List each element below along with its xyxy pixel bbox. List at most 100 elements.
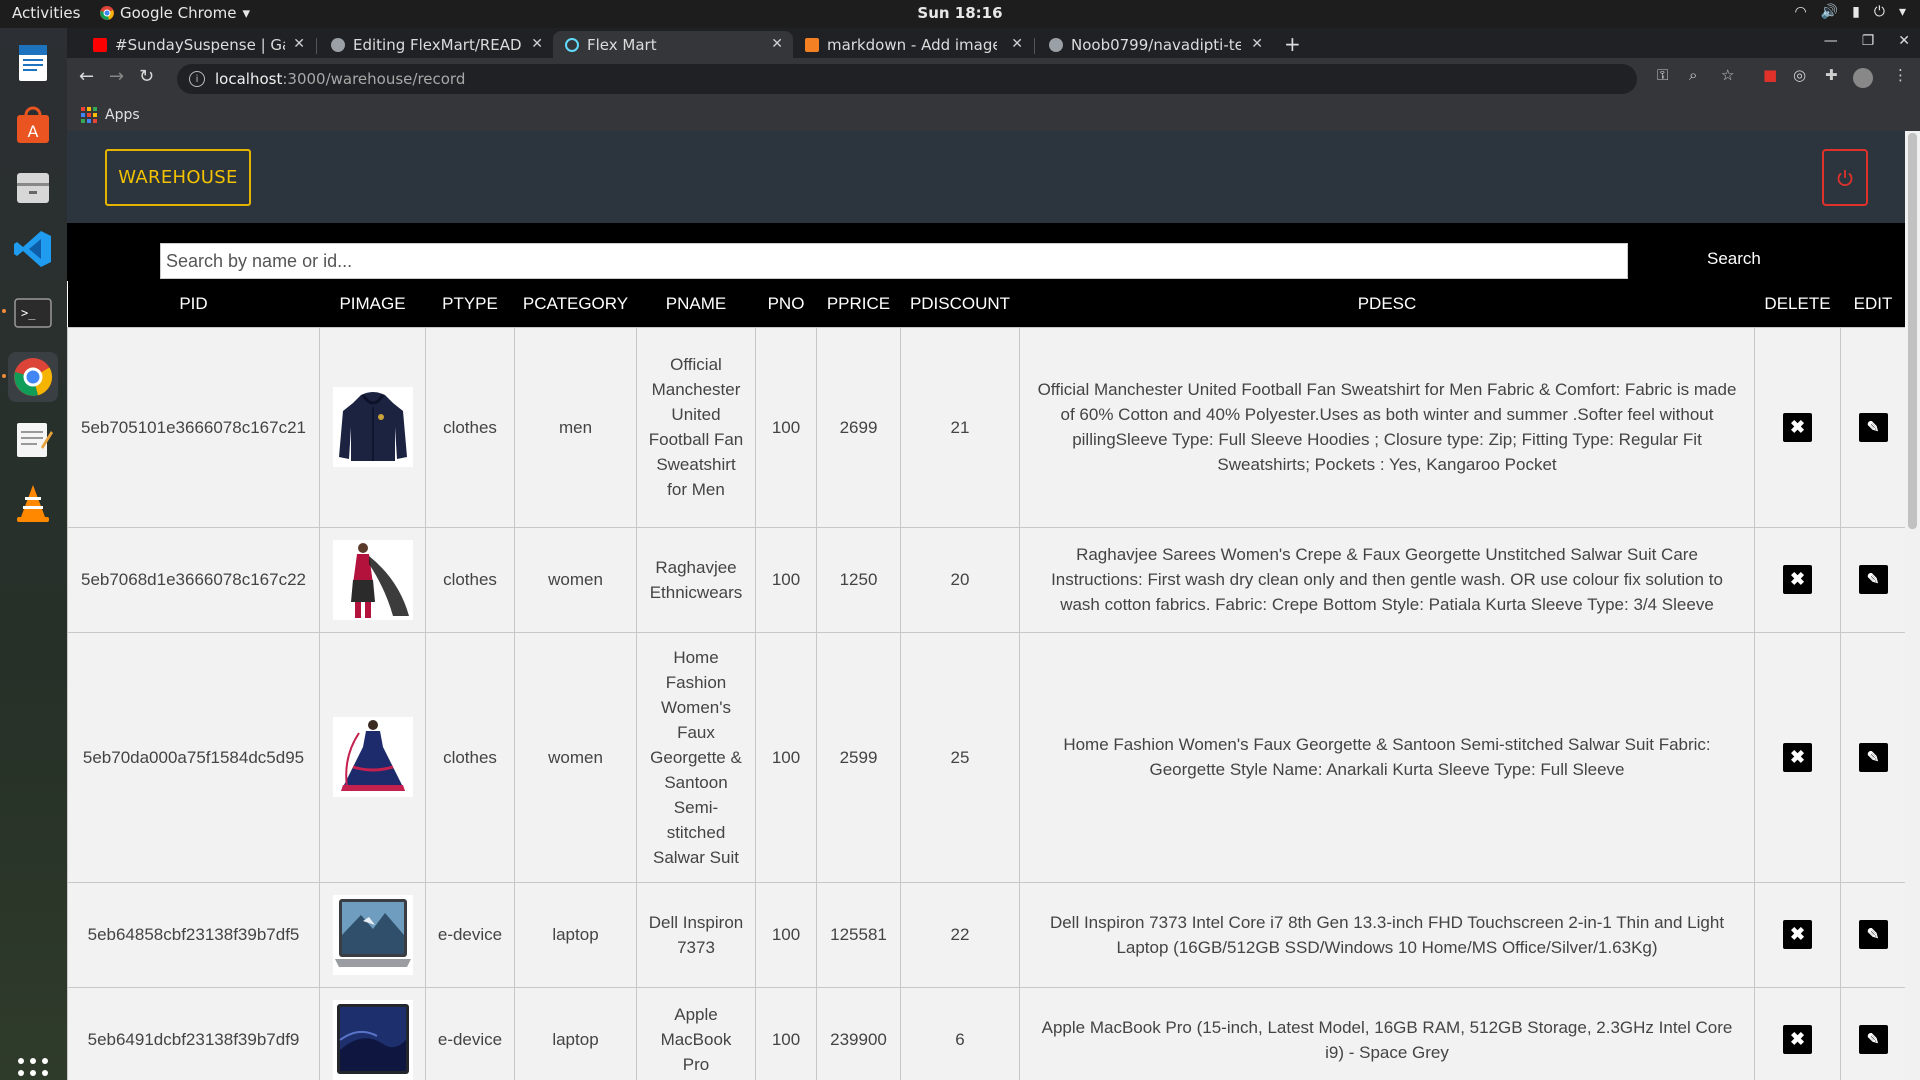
scrollbar-thumb[interactable] <box>1908 133 1917 529</box>
power-menu-icon: ⏻ <box>1873 4 1885 20</box>
column-header-pid[interactable]: PID <box>67 281 320 327</box>
dock-vlc[interactable] <box>8 478 58 528</box>
terminal-icon: >_ <box>14 298 52 328</box>
cell-pdiscount: 21 <box>900 326 1020 528</box>
tab-stackoverflow[interactable]: markdown - Add images t ✕ <box>793 31 1033 59</box>
profile-avatar[interactable] <box>1853 68 1873 88</box>
volume-icon: 🔊 <box>1820 4 1839 20</box>
column-header-pimage[interactable]: PIMAGE <box>319 281 426 327</box>
zoom-icon[interactable]: ⌕ <box>1689 66 1697 84</box>
info-icon[interactable]: i <box>189 71 205 87</box>
cell-pcategory: laptop <box>514 986 637 1080</box>
search-input[interactable] <box>160 243 1628 279</box>
cell-pid: 5eb6491dcbf23138f39b7df9 <box>67 986 320 1080</box>
cell-ptype: e-device <box>425 881 515 988</box>
extension-circle-icon[interactable]: ◎ <box>1793 66 1806 84</box>
youtube-icon <box>93 38 107 52</box>
warehouse-brand-button[interactable]: WAREHOUSE <box>105 149 251 206</box>
clock[interactable]: Sun 18:16 <box>0 4 1920 22</box>
table-row: 5eb64858cbf23138f39b7df5 e-device laptop… <box>67 881 1905 988</box>
github-icon <box>1049 38 1063 52</box>
cell-pname: Raghavjee Ethnicwears <box>636 526 756 633</box>
close-icon[interactable]: ✕ <box>1251 36 1263 52</box>
logout-button[interactable] <box>1822 149 1868 206</box>
reload-button[interactable]: ↻ <box>139 66 154 87</box>
extensions-puzzle-icon[interactable]: ✚ <box>1825 66 1838 84</box>
dock-vscode[interactable] <box>8 224 58 274</box>
dock-terminal[interactable]: >_ <box>8 288 58 338</box>
extension-red-icon[interactable]: ■ <box>1763 66 1777 84</box>
edit-button[interactable]: ✎ <box>1858 742 1888 772</box>
close-icon[interactable]: ✕ <box>771 36 783 52</box>
column-header-edit[interactable]: EDIT <box>1840 281 1905 327</box>
delete-button[interactable]: ✖ <box>1783 1025 1812 1054</box>
column-header-delete[interactable]: DELETE <box>1754 281 1841 327</box>
close-icon: ✖ <box>1789 416 1806 437</box>
column-header-pno[interactable]: PNO <box>755 281 817 327</box>
dock-show-applications[interactable] <box>8 1048 58 1080</box>
bookmark-star-icon[interactable]: ☆ <box>1721 66 1734 84</box>
dock-chrome[interactable] <box>8 352 58 402</box>
delete-button[interactable]: ✖ <box>1783 742 1812 772</box>
dock-libreoffice-writer[interactable] <box>8 38 58 88</box>
tab-title: Editing FlexMart/README <box>353 36 523 54</box>
browser-window: #SundaySuspense | Ganat ✕ Editing FlexMa… <box>67 28 1920 131</box>
page-scrollbar[interactable] <box>1905 131 1920 1080</box>
browser-toolbar: ← → ↻ i localhost:3000/warehouse/record … <box>67 58 1920 100</box>
address-bar[interactable]: i localhost:3000/warehouse/record <box>177 64 1637 94</box>
stackoverflow-icon <box>805 38 819 52</box>
maximize-button[interactable]: ❐ <box>1862 33 1875 49</box>
cell-pcategory: men <box>514 326 637 528</box>
back-button[interactable]: ← <box>79 66 94 87</box>
delete-button[interactable]: ✖ <box>1783 565 1812 594</box>
edit-button[interactable]: ✎ <box>1858 565 1888 594</box>
cell-pno: 100 <box>755 526 817 633</box>
tab-github-readme[interactable]: Editing FlexMart/README ✕ <box>319 31 553 59</box>
dock-software-center[interactable]: A <box>8 100 58 150</box>
edit-button[interactable]: ✎ <box>1858 1025 1888 1054</box>
file-cabinet-icon <box>17 173 49 203</box>
close-icon[interactable]: ✕ <box>1011 36 1023 52</box>
cell-pimage <box>319 881 426 988</box>
bookmark-apps[interactable]: Apps <box>81 107 140 123</box>
key-icon[interactable]: ⚿ <box>1657 66 1668 84</box>
system-tray[interactable]: ◠ 🔊 ▮ ⏻ ▾ <box>1795 4 1906 20</box>
apps-grid-icon <box>81 107 97 123</box>
cell-ptype: clothes <box>425 631 515 883</box>
dock-files[interactable] <box>8 162 58 212</box>
column-header-pdiscount[interactable]: PDISCOUNT <box>900 281 1020 327</box>
delete-button[interactable]: ✖ <box>1783 412 1812 442</box>
tab-github-repo[interactable]: Noob0799/navadipti-teac ✕ <box>1037 31 1273 59</box>
column-header-pname[interactable]: PNAME <box>636 281 756 327</box>
cell-pdesc: Apple MacBook Pro (15-inch, Latest Model… <box>1019 986 1755 1080</box>
close-icon[interactable]: ✕ <box>293 36 305 52</box>
new-tab-button[interactable]: + <box>1284 32 1301 56</box>
cell-pimage <box>319 526 426 633</box>
dock-text-editor[interactable] <box>8 414 58 464</box>
cell-edit: ✎ <box>1840 881 1905 988</box>
edit-button[interactable]: ✎ <box>1858 412 1888 442</box>
cell-edit: ✎ <box>1840 526 1905 633</box>
cell-pimage <box>319 326 426 528</box>
column-header-pdesc[interactable]: PDESC <box>1019 281 1755 327</box>
bookmark-apps-label: Apps <box>105 107 140 123</box>
search-button[interactable]: Search <box>1707 249 1761 269</box>
column-header-pcategory[interactable]: PCATEGORY <box>514 281 637 327</box>
cell-pcategory: laptop <box>514 881 637 988</box>
edit-button[interactable]: ✎ <box>1858 920 1888 949</box>
menu-kebab-icon[interactable]: ⋮ <box>1893 66 1908 84</box>
cell-ptype: clothes <box>425 526 515 633</box>
close-window-button[interactable]: ✕ <box>1898 33 1910 49</box>
system-top-bar: Activities Google Chrome ▾ Sun 18:16 ◠ 🔊… <box>0 0 1920 28</box>
close-icon[interactable]: ✕ <box>531 36 543 52</box>
minimize-button[interactable]: — <box>1824 33 1838 49</box>
tab-youtube[interactable]: #SundaySuspense | Ganat ✕ <box>81 31 315 59</box>
tab-flex-mart[interactable]: Flex Mart ✕ <box>553 31 793 59</box>
forward-button[interactable]: → <box>109 66 124 87</box>
cell-ptype: clothes <box>425 326 515 528</box>
cell-pname: Dell Inspiron 7373 <box>636 881 756 988</box>
cell-pdesc: Official Manchester United Football Fan … <box>1019 326 1755 528</box>
column-header-ptype[interactable]: PTYPE <box>425 281 515 327</box>
delete-button[interactable]: ✖ <box>1783 920 1812 949</box>
column-header-pprice[interactable]: PPRICE <box>816 281 901 327</box>
